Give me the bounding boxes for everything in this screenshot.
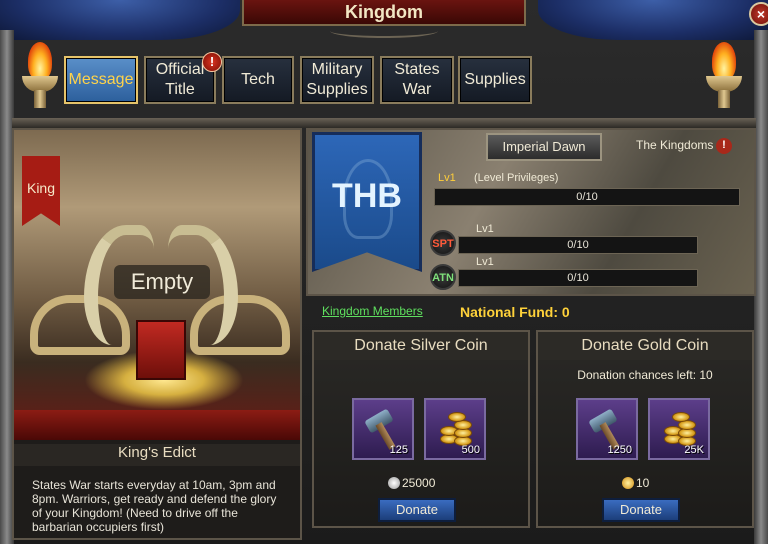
kingdom-flag: THB (312, 132, 422, 272)
kingdom-level: Lv1 (438, 172, 456, 184)
hammer-icon (364, 408, 402, 450)
alert-icon: ! (202, 52, 222, 72)
item-quantity: 500 (461, 444, 480, 456)
brazier-right-icon (704, 42, 744, 112)
throne-image: Empty King (14, 130, 300, 440)
kingdom-abbreviation: THB (332, 177, 402, 215)
atn-progress-bar: 0/10 (458, 269, 698, 287)
edict-text: States War starts everyday at 10am, 3pm … (32, 478, 277, 534)
donation-chances: Donation chances left: 10 (577, 368, 713, 382)
item-slot[interactable]: 1250 (576, 398, 638, 460)
spt-progress-text: 0/10 (567, 239, 589, 251)
silver-coin-icon (388, 477, 400, 489)
spt-level: Lv1 (476, 223, 494, 235)
item-quantity: 25K (684, 444, 704, 456)
spt-progress-bar: 0/10 (458, 236, 698, 254)
title-ornament (330, 24, 438, 38)
donate-gold-title: Donate Gold Coin (538, 332, 752, 360)
imperial-rank-button[interactable]: Imperial Dawn (486, 133, 602, 161)
tab-label: States War (394, 61, 440, 98)
tab-tech[interactable]: Tech (222, 56, 294, 104)
silver-cost: 25000 (388, 476, 435, 490)
national-fund: National Fund: 0 (460, 304, 570, 320)
throne-status[interactable]: Empty (114, 265, 210, 299)
tab-label: Supplies (464, 71, 526, 88)
item-slot[interactable]: 500 (424, 398, 486, 460)
item-slot[interactable]: 125 (352, 398, 414, 460)
donate-gold-panel: Donate Gold Coin Donation chances left: … (536, 330, 754, 528)
divider (12, 118, 756, 128)
tab-message[interactable]: Message (64, 56, 138, 104)
tab-official-title[interactable]: Official Title ! (144, 52, 222, 104)
edict-title: King's Edict (14, 444, 300, 466)
gold-coin-icon (622, 477, 634, 489)
donate-silver-panel: Donate Silver Coin 125 500 25000 Donate (312, 330, 530, 528)
tab-supplies[interactable]: Supplies (458, 56, 532, 104)
donate-silver-button[interactable]: Donate (378, 498, 456, 522)
window-title: Kingdom (242, 0, 526, 26)
brazier-left-icon (20, 42, 60, 112)
atn-progress-text: 0/10 (567, 272, 589, 284)
kingdom-window: Kingdom × Message Official Title ! Tech … (0, 0, 768, 544)
kingdom-members-link[interactable]: Kingdom Members (322, 304, 423, 318)
throne-panel: Empty King King's Edict States War start… (12, 128, 302, 540)
kingdom-info-panel: THB Imperial Dawn The Kingdoms ! Lv1 (Le… (306, 128, 756, 296)
king-banner: King (22, 156, 60, 226)
the-kingdoms-link[interactable]: The Kingdoms (636, 138, 713, 152)
gold-cost-value: 10 (636, 476, 650, 490)
level-privileges-link[interactable]: (Level Privileges) (474, 172, 558, 184)
atn-badge-icon: ATN (430, 264, 456, 290)
coins-icon (438, 412, 478, 448)
info-icon[interactable]: ! (716, 138, 732, 154)
tab-military-supplies[interactable]: Military Supplies (300, 56, 374, 104)
atn-level: Lv1 (476, 256, 494, 268)
item-slot[interactable]: 25K (648, 398, 710, 460)
tab-label: Tech (241, 71, 275, 88)
curtain-right (538, 0, 768, 40)
close-button[interactable]: × (749, 2, 768, 26)
hammer-icon (588, 408, 626, 450)
coins-icon (662, 412, 702, 448)
donate-gold-button[interactable]: Donate (602, 498, 680, 522)
level-progress-bar: 0/10 (434, 188, 740, 206)
spt-badge-icon: SPT (430, 230, 456, 256)
silver-cost-value: 25000 (402, 476, 436, 490)
tab-states-war[interactable]: States War (380, 56, 454, 104)
item-quantity: 1250 (607, 444, 632, 456)
pillar-right (754, 30, 768, 544)
item-quantity: 125 (389, 444, 408, 456)
tab-label: Message (68, 71, 134, 88)
donate-silver-title: Donate Silver Coin (314, 332, 528, 360)
tab-label: Military Supplies (306, 61, 368, 98)
curtain-left (0, 0, 240, 40)
gold-cost: 10 (622, 476, 649, 490)
level-progress-text: 0/10 (576, 191, 598, 203)
